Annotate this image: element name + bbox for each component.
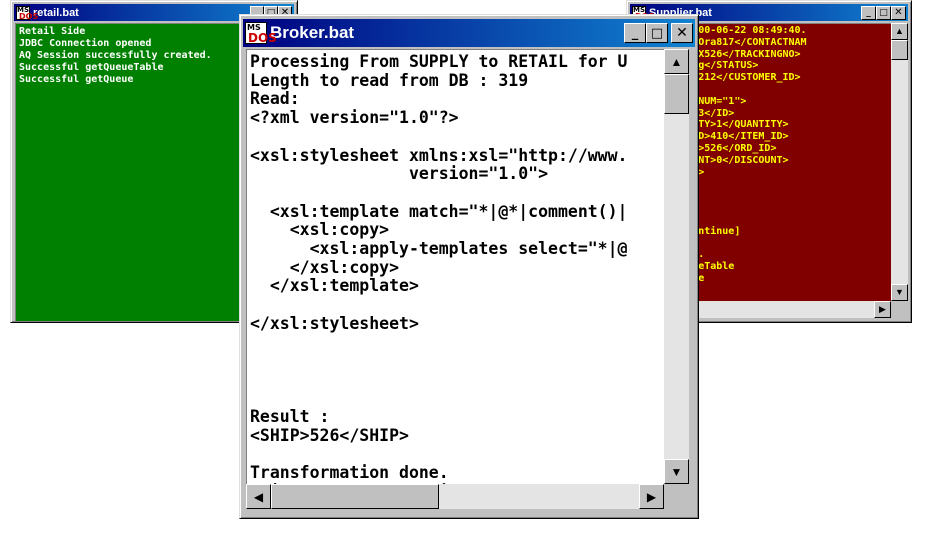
broker-console[interactable]: Processing From SUPPLY to RETAIL for U L…	[246, 49, 664, 484]
ms-dos-icon[interactable]: MSDOS	[245, 22, 277, 45]
ms-dos-icon[interactable]: MSDOS	[16, 5, 38, 21]
scroll-up-button[interactable]: ▲	[664, 49, 689, 74]
maximize-button[interactable]: □	[646, 23, 668, 43]
scroll-down-button[interactable]: ▼	[664, 459, 689, 484]
broker-window-title: Broker.bat	[270, 23, 355, 42]
broker-titlebar[interactable]: MS DOS Broker.bat _ □ ✕	[243, 19, 695, 47]
minimize-button[interactable]: _	[624, 23, 646, 43]
scroll-right-button[interactable]: ▶	[639, 484, 664, 509]
close-button[interactable]: ✕	[891, 5, 906, 20]
scroll-up-button[interactable]: ▲	[891, 23, 908, 40]
retail-window-title: retail.bat	[33, 6, 79, 19]
close-button[interactable]: ✕	[671, 23, 693, 43]
broker-window[interactable]: MS DOS Broker.bat _ □ ✕ Processing From S…	[239, 14, 699, 519]
scroll-left-button[interactable]: ◀	[246, 484, 271, 509]
scroll-right-button[interactable]: ▶	[874, 301, 891, 318]
supplier-vertical-scrollbar[interactable]: ▲ ▼	[891, 23, 908, 301]
broker-vertical-scrollbar[interactable]: ▲ ▼	[664, 49, 689, 484]
scroll-thumb[interactable]	[664, 74, 689, 114]
scroll-thumb[interactable]	[891, 40, 908, 60]
broker-horizontal-scrollbar[interactable]: ◀ ▶	[246, 484, 664, 509]
scroll-down-button[interactable]: ▼	[891, 284, 908, 301]
broker-console-text: Processing From SUPPLY to RETAIL for U L…	[250, 52, 628, 484]
maximize-button[interactable]: □	[876, 5, 891, 20]
minimize-button[interactable]: _	[861, 5, 876, 20]
scroll-thumb[interactable]	[271, 484, 439, 509]
